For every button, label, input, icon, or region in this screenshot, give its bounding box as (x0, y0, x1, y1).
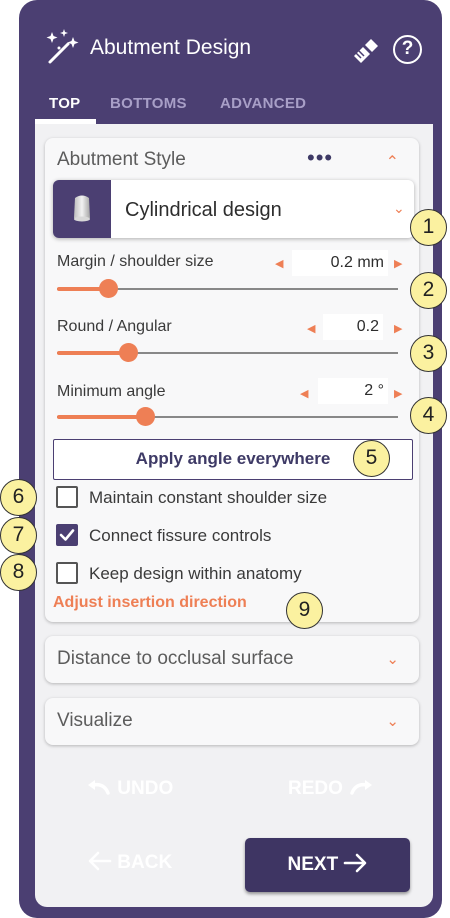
decrement-arrow-icon[interactable]: ◀ (300, 387, 308, 400)
slider-thumb[interactable] (119, 343, 139, 362)
distance-section-title: Distance to occlusal surface (57, 648, 294, 669)
minimum-angle-label: Minimum angle (57, 383, 166, 400)
callout-marker: 3 (410, 335, 447, 372)
increment-arrow-icon[interactable]: ▶ (394, 387, 402, 400)
design-value: Cylindrical design (125, 199, 282, 221)
abutment-icon (74, 195, 90, 222)
redo-label: REDO (288, 778, 343, 799)
minimum-angle-value[interactable]: 2 ° (318, 378, 388, 404)
active-tab-indicator (35, 119, 96, 124)
callout-marker: 2 (410, 272, 447, 309)
next-label: NEXT (287, 854, 339, 875)
decrement-arrow-icon[interactable]: ◀ (275, 257, 283, 270)
back-label: BACK (117, 852, 173, 873)
more-options-icon[interactable]: ••• (307, 147, 333, 169)
keep-within-anatomy-label: Keep design within anatomy (89, 564, 302, 583)
visualize-section-title: Visualize (57, 710, 133, 731)
callout-marker: 5 (353, 440, 390, 477)
margin-shoulder-value[interactable]: 0.2 mm (292, 250, 388, 276)
chevron-down-icon[interactable]: ⌄ (386, 712, 399, 730)
slider-fill (57, 415, 146, 419)
maintain-shoulder-checkbox[interactable] (56, 486, 78, 508)
callout-marker: 4 (410, 397, 447, 434)
keep-within-anatomy-checkbox[interactable] (56, 562, 78, 584)
callout-marker: 1 (410, 209, 447, 246)
arrow-right-icon (344, 853, 367, 873)
next-button[interactable]: NEXT (245, 838, 410, 892)
abutment-thumbnail (53, 180, 111, 238)
maintain-shoulder-label: Maintain constant shoulder size (89, 488, 328, 507)
increment-arrow-icon[interactable]: ▶ (394, 322, 402, 335)
round-angular-label: Round / Angular (57, 318, 172, 335)
brush-icon[interactable] (351, 36, 381, 64)
callout-marker: 6 (0, 479, 37, 516)
redo-icon (350, 780, 373, 795)
increment-arrow-icon[interactable]: ▶ (394, 257, 402, 270)
chevron-down-icon[interactable]: ⌄ (393, 200, 405, 217)
connect-fissure-label: Connect fissure controls (89, 526, 272, 545)
tab-bottoms[interactable]: BOTTOMS (110, 95, 187, 112)
abutment-style-title: Abutment Style (57, 149, 186, 170)
visualize-section[interactable]: Visualize ⌄ (45, 698, 419, 745)
distance-section[interactable]: Distance to occlusal surface ⌄ (45, 636, 419, 683)
tab-top[interactable]: TOP (49, 95, 80, 112)
callout-marker: 9 (286, 592, 323, 629)
arrow-left-icon (88, 851, 112, 871)
help-icon[interactable]: ? (393, 35, 422, 64)
page-title: Abutment Design (90, 36, 252, 59)
callout-marker: 7 (0, 517, 37, 554)
connect-fissure-checkbox[interactable] (56, 524, 78, 546)
redo-button[interactable]: REDO (288, 778, 374, 800)
slider-fill (57, 351, 129, 355)
margin-shoulder-label: Margin / shoulder size (57, 253, 214, 270)
decrement-arrow-icon[interactable]: ◀ (307, 322, 315, 335)
round-angular-value[interactable]: 0.2 (323, 314, 383, 340)
magic-wand-icon (46, 29, 79, 64)
callout-marker: 8 (0, 554, 37, 591)
undo-icon (88, 780, 110, 795)
back-button[interactable]: BACK (88, 851, 172, 874)
undo-button[interactable]: UNDO (86, 778, 173, 800)
adjust-insertion-link[interactable]: Adjust insertion direction (53, 594, 247, 612)
tab-advanced[interactable]: ADVANCED (220, 95, 306, 112)
slider-thumb[interactable] (98, 279, 118, 298)
undo-label: UNDO (117, 778, 174, 799)
chevron-down-icon[interactable]: ⌄ (386, 650, 399, 668)
checkmark-icon (59, 529, 75, 541)
chevron-up-icon[interactable]: ⌃ (386, 152, 399, 172)
